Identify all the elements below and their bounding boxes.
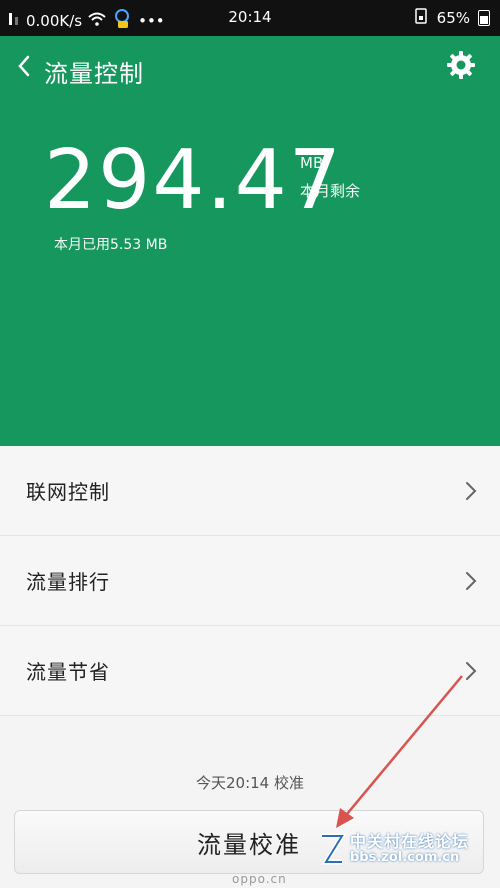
last-calibration-time: 今天20:14 校准 — [196, 774, 304, 792]
battery-percent: 65% — [436, 9, 470, 27]
chevron-right-icon — [462, 660, 480, 682]
remaining-traffic-value: 294.47 — [44, 133, 343, 228]
status-bar: 0.00K/s ••• 20:14 65% — [0, 0, 500, 36]
settings-button[interactable] — [444, 50, 478, 84]
status-right: 65% — [413, 8, 490, 28]
watermark-site: oppo.cn — [232, 872, 287, 886]
menu-item-label: 联网控制 — [26, 480, 110, 504]
watermark: 中关村在线论坛 bbs.zol.com.cn — [318, 828, 488, 878]
menu-item-network-control[interactable]: 联网控制 — [0, 446, 500, 536]
chevron-right-icon — [462, 570, 480, 592]
settings-list: 联网控制 流量排行 流量节省 — [0, 446, 500, 716]
gear-icon — [446, 50, 476, 84]
page-title: 流量控制 — [44, 60, 144, 88]
watermark-url: bbs.zol.com.cn — [350, 850, 460, 865]
back-button[interactable] — [12, 54, 36, 82]
menu-item-traffic-saving[interactable]: 流量节省 — [0, 626, 500, 716]
menu-item-label: 流量节省 — [26, 660, 110, 684]
remaining-label: 本月剩余 — [300, 182, 361, 200]
menu-item-label: 流量排行 — [26, 570, 110, 594]
chevron-right-icon — [462, 480, 480, 502]
watermark-title: 中关村在线论坛 — [350, 832, 470, 851]
battery-icon — [478, 10, 490, 26]
back-arrow-icon — [17, 55, 31, 81]
menu-item-traffic-ranking[interactable]: 流量排行 — [0, 536, 500, 626]
traffic-header: 流量控制 294.47 MB 本月剩余 本月已用5.53 MB — [0, 36, 500, 446]
sim-icon — [413, 8, 429, 28]
zol-logo-icon — [318, 830, 347, 870]
traffic-unit: MB — [300, 154, 324, 172]
used-traffic-text: 本月已用5.53 MB — [54, 237, 168, 253]
